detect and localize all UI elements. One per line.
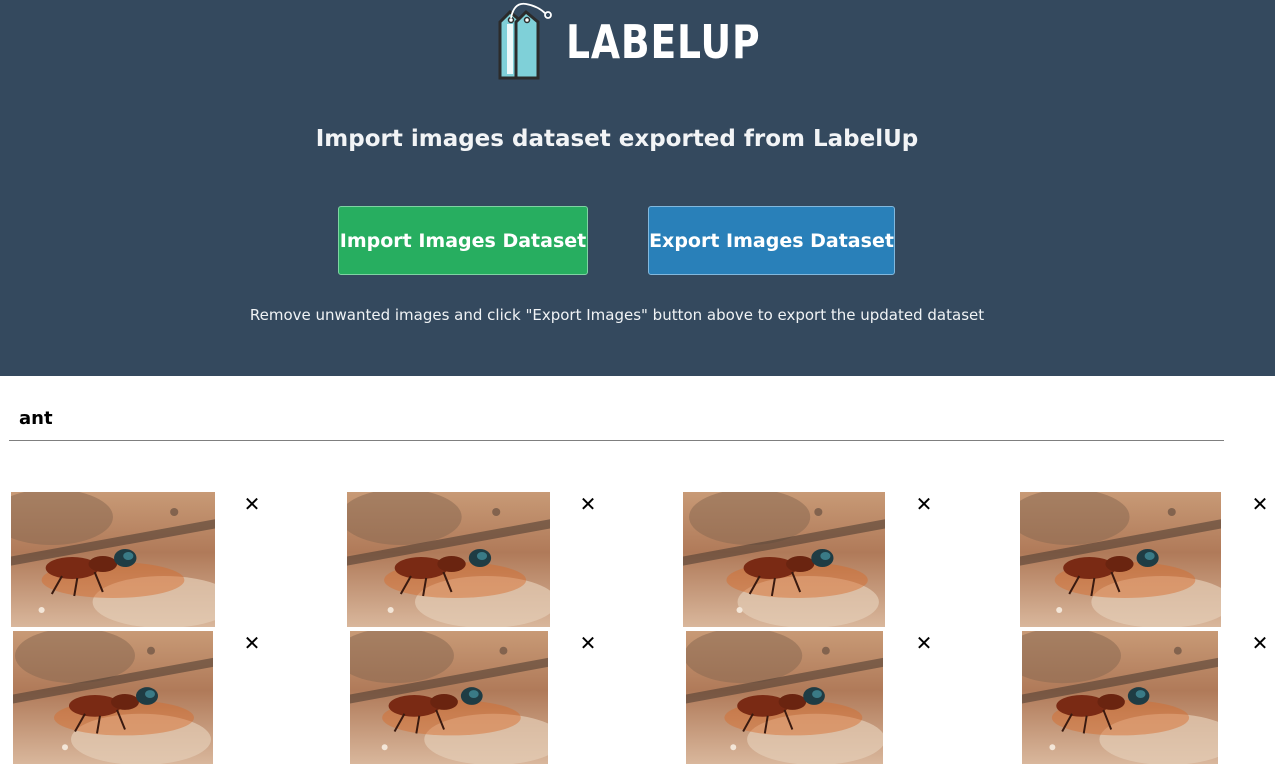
labelup-logo: LABELUP <box>496 0 803 80</box>
page-subtitle: Import images dataset exported from Labe… <box>315 126 919 152</box>
remove-image-icon[interactable]: ✕ <box>914 494 934 514</box>
dataset-thumbnail <box>350 631 548 764</box>
remove-image-icon[interactable]: ✕ <box>1250 494 1270 514</box>
instructions-text: Remove unwanted images and click "Export… <box>249 306 985 324</box>
import-dataset-button[interactable]: Import Images Dataset <box>338 206 588 275</box>
header-banner: LABELUP Import images dataset exported f… <box>0 0 1275 376</box>
dataset-thumbnail <box>347 492 550 627</box>
export-dataset-button[interactable]: Export Images Dataset <box>648 206 895 275</box>
logo-wordmark: LABELUP <box>566 15 761 69</box>
dataset-thumbnail <box>1020 492 1221 627</box>
dataset-thumbnail <box>11 492 215 627</box>
remove-image-icon[interactable]: ✕ <box>578 494 598 514</box>
label-divider <box>9 440 1224 441</box>
label-name: ant <box>19 408 53 429</box>
tag-logo-icon <box>496 0 552 80</box>
dataset-thumbnail <box>13 631 213 764</box>
remove-image-icon[interactable]: ✕ <box>1250 633 1270 653</box>
dataset-thumbnail <box>1022 631 1218 764</box>
remove-image-icon[interactable]: ✕ <box>242 494 262 514</box>
remove-image-icon[interactable]: ✕ <box>242 633 262 653</box>
remove-image-icon[interactable]: ✕ <box>914 633 934 653</box>
dataset-thumbnail <box>686 631 883 764</box>
dataset-thumbnail <box>683 492 885 627</box>
remove-image-icon[interactable]: ✕ <box>578 633 598 653</box>
